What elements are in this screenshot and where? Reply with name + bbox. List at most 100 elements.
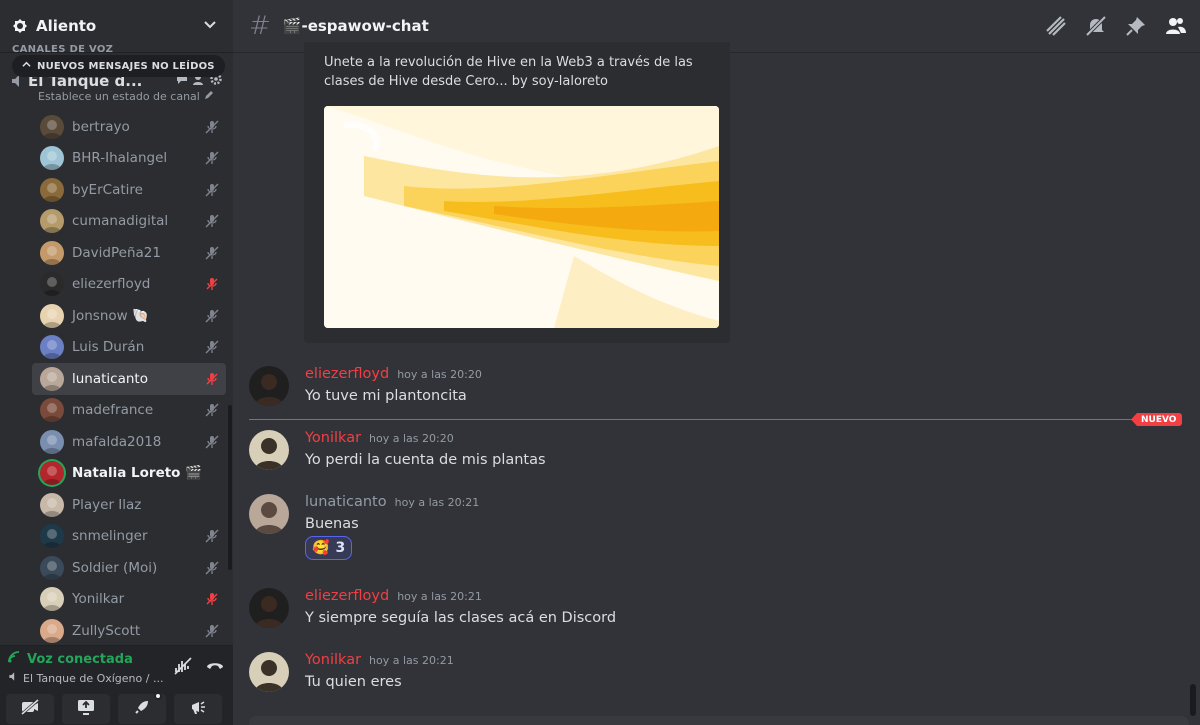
member-name: lunaticanto	[72, 370, 148, 387]
channel-sidebar: Aliento CANALES DE VOZ NUEVOS MENSAJES N…	[0, 0, 233, 725]
message-header: Yonilkar hoy a las 20:21	[305, 652, 454, 668]
avatar	[40, 524, 64, 549]
message-timestamp: hoy a las 20:21	[397, 590, 482, 603]
voice-member[interactable]: Luis Durán	[32, 332, 226, 364]
avatar	[40, 335, 64, 360]
message-author[interactable]: eliezerfloyd	[305, 588, 389, 604]
avatar[interactable]	[249, 652, 289, 692]
voice-category-label[interactable]: CANALES DE VOZ	[12, 44, 113, 55]
voice-connection-panel: Voz conectada El Tanque de Oxígeno / ...	[0, 645, 233, 725]
screen-share-icon	[76, 698, 96, 720]
voice-connected-status[interactable]: Voz conectada	[8, 651, 173, 667]
member-name: bertrayo	[72, 118, 130, 135]
voice-member[interactable]: lunaticanto	[32, 363, 226, 395]
message-content: Yo perdi la cuenta de mis plantas	[305, 452, 546, 468]
link-embed: Unete a la revolución de Hive en la Web3…	[304, 42, 730, 343]
member-name: cumanadigital	[72, 213, 169, 230]
reaction-count: 3	[335, 540, 346, 556]
mic-muted-icon	[204, 245, 220, 261]
rocket-icon	[133, 698, 151, 720]
voice-member[interactable]: Yonilkar	[32, 584, 226, 616]
voice-member[interactable]: eliezerfloyd	[32, 269, 226, 301]
message-author[interactable]: Yonilkar	[305, 652, 361, 668]
voice-member[interactable]: BHR-Ihalangel	[32, 143, 226, 175]
message-author[interactable]: eliezerfloyd	[305, 366, 389, 382]
soundboard-button[interactable]	[174, 694, 222, 724]
voice-member[interactable]: snmelinger	[32, 521, 226, 553]
embed-image[interactable]	[324, 106, 719, 328]
avatar[interactable]	[249, 430, 289, 470]
mic-muted-icon	[204, 150, 220, 166]
signal-icon	[8, 651, 22, 667]
chat-main: # 🎬-espawow-chat Unete a la revolución d…	[233, 0, 1200, 725]
message-author[interactable]: Yonilkar	[305, 430, 361, 446]
mic-muted-icon	[204, 119, 220, 135]
member-name: Jonsnow 🐚	[72, 307, 149, 324]
mic-muted-icon	[204, 182, 220, 198]
member-name: DavidPeña21	[72, 244, 161, 261]
reaction-emoji: 🥰	[312, 540, 330, 556]
voice-member[interactable]: DavidPeña21	[32, 237, 226, 269]
member-name: Luis Durán	[72, 339, 145, 356]
message-author[interactable]: lunaticanto	[305, 494, 387, 510]
voice-member[interactable]: mafalda2018	[32, 426, 226, 458]
avatar[interactable]	[249, 366, 289, 406]
member-name: madefrance	[72, 402, 154, 419]
unread-messages-pill[interactable]: NUEVOS MENSAJES NO LEÍDOS	[12, 55, 225, 77]
voice-member[interactable]: Jonsnow 🐚	[32, 300, 226, 332]
avatar	[40, 272, 64, 297]
member-list-icon[interactable]	[1164, 14, 1188, 38]
notification-muted-icon[interactable]	[1084, 14, 1108, 38]
new-messages-badge: NUEVO	[1131, 413, 1183, 426]
voice-member[interactable]: cumanadigital	[32, 206, 226, 238]
avatar[interactable]	[249, 588, 289, 628]
chevron-down-icon	[203, 17, 217, 35]
voice-member[interactable]: byErCatire	[32, 174, 226, 206]
voice-member[interactable]: bertrayo	[32, 111, 226, 143]
member-name: eliezerfloyd	[72, 276, 151, 293]
hash-icon: #	[249, 11, 271, 41]
threads-icon[interactable]	[1044, 14, 1068, 38]
message-timestamp: hoy a las 20:21	[369, 654, 454, 667]
avatar	[40, 555, 64, 580]
voice-channel-link[interactable]: El Tanque de Oxígeno / ...	[8, 671, 173, 685]
reaction-button[interactable]: 🥰 3	[305, 536, 353, 560]
discord-app: Aliento CANALES DE VOZ NUEVOS MENSAJES N…	[0, 0, 1200, 725]
voice-channel-path: El Tanque de Oxígeno / ...	[23, 671, 164, 685]
mic-muted-icon	[204, 213, 220, 229]
camera-off-button[interactable]	[6, 694, 54, 724]
noise-suppression-icon[interactable]	[173, 656, 193, 680]
pin-icon[interactable]	[1124, 14, 1148, 38]
avatar	[40, 303, 64, 328]
camera-off-icon	[20, 698, 40, 720]
avatar	[40, 618, 64, 643]
member-name: Player Ilaz	[72, 496, 142, 513]
message-content: Y siempre seguía las clases acá en Disco…	[305, 610, 617, 626]
chat-scrollbar[interactable]	[1190, 684, 1196, 716]
avatar	[40, 240, 64, 265]
voice-member[interactable]: madefrance	[32, 395, 226, 427]
message-content: Buenas	[305, 516, 359, 532]
sidebar-scrollbar[interactable]	[228, 405, 232, 570]
voice-member[interactable]: ZullyScott	[32, 615, 226, 647]
voice-member[interactable]: Soldier (Moi)	[32, 552, 226, 584]
message-timestamp: hoy a las 20:20	[369, 432, 454, 445]
member-name: Soldier (Moi)	[72, 559, 158, 576]
message-composer-edge[interactable]	[249, 716, 1189, 725]
voice-status-text: Voz conectada	[27, 651, 133, 667]
avatar	[40, 398, 64, 423]
member-name: snmelinger	[72, 528, 148, 545]
channel-status-setter[interactable]: Establece un estado de canal	[38, 90, 214, 103]
disconnect-icon[interactable]	[205, 656, 225, 680]
avatar	[40, 461, 64, 486]
avatar	[40, 209, 64, 234]
unread-pill-label: NUEVOS MENSAJES NO LEÍDOS	[37, 60, 215, 72]
mic-muted-icon	[204, 339, 220, 355]
activity-button[interactable]	[118, 692, 166, 724]
voice-member-list: bertrayo BHR-Ihalangel byErCatire cumanadig…	[32, 111, 226, 647]
voice-member[interactable]: Player Ilaz	[32, 489, 226, 521]
mic-muted-icon	[204, 402, 220, 418]
avatar[interactable]	[249, 494, 289, 534]
screen-share-button[interactable]	[62, 694, 110, 724]
voice-member[interactable]: Natalia Loreto 🎬	[32, 458, 226, 490]
